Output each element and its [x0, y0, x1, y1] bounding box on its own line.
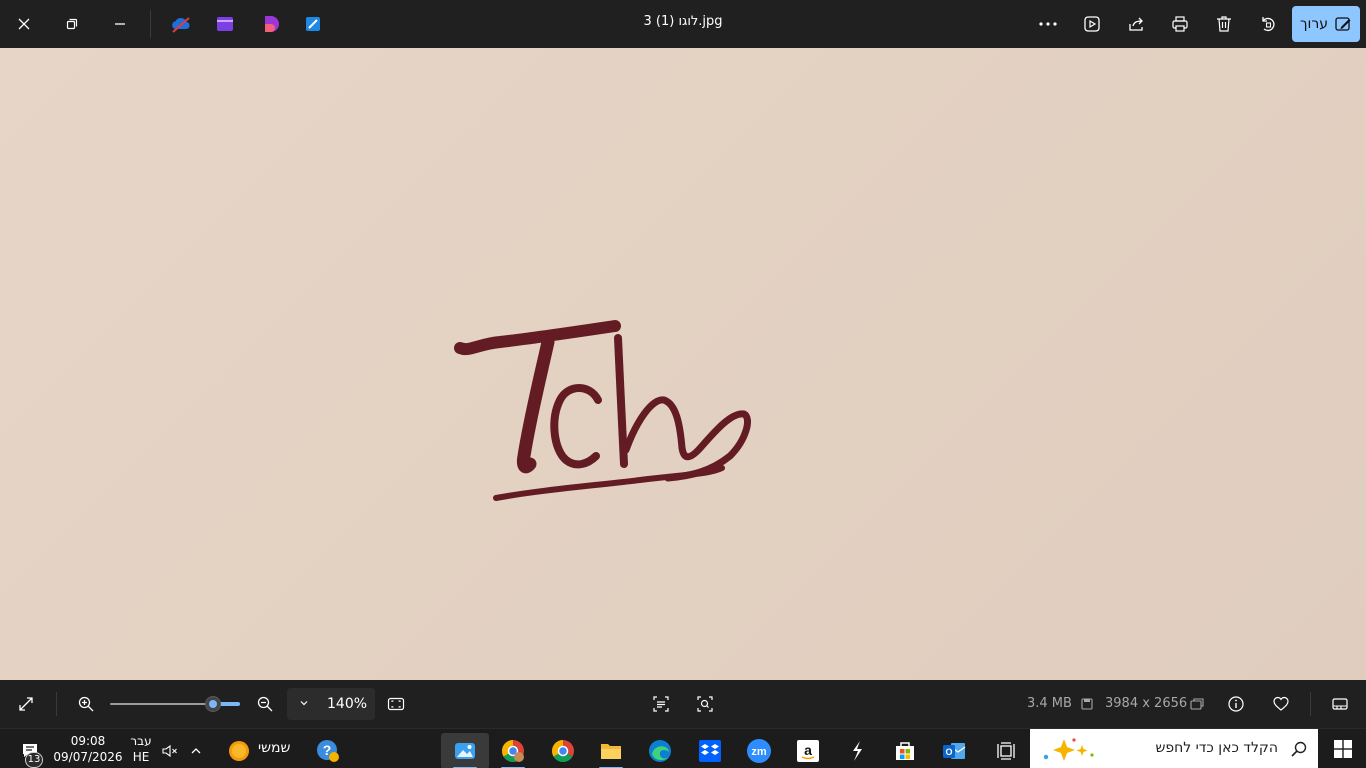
- favorite-heart-icon[interactable]: [1265, 688, 1297, 720]
- svg-text:O: O: [945, 747, 952, 757]
- zoom-in-icon[interactable]: [70, 688, 102, 720]
- window-title: 3 לוגו (1).jpg: [643, 14, 723, 29]
- taskbar-search-box[interactable]: הקלד כאן כדי לחפש: [1030, 729, 1318, 768]
- photo-editor-icon[interactable]: [297, 8, 329, 40]
- language-code: HE: [132, 750, 150, 764]
- get-help-icon[interactable]: ?: [306, 733, 350, 768]
- zoom-level-dropdown[interactable]: 140%: [287, 688, 375, 720]
- windows-logo-icon: [1334, 740, 1352, 758]
- viewer-separator: [56, 692, 57, 716]
- edit-image-icon: [1335, 17, 1351, 31]
- info-icon[interactable]: [1220, 688, 1252, 720]
- volume-muted-icon[interactable]: [158, 733, 182, 768]
- task-view-icon[interactable]: [984, 733, 1028, 768]
- notification-center-icon[interactable]: 13: [8, 733, 52, 768]
- zoom-app-icon[interactable]: zm: [737, 733, 781, 768]
- resolution-icon: [1181, 688, 1213, 720]
- share-icon[interactable]: [1120, 8, 1152, 40]
- viewer-separator: [1310, 692, 1311, 716]
- clock-time: 09:08: [70, 734, 106, 748]
- edge-icon[interactable]: [638, 733, 682, 768]
- outlook-icon[interactable]: O: [932, 733, 976, 768]
- zoom-slider-thumb[interactable]: [205, 696, 221, 712]
- file-size: 3.4 MB: [1027, 696, 1072, 711]
- language-name: עבר: [130, 734, 152, 748]
- text-scan-icon[interactable]: [645, 688, 677, 720]
- search-icon: [1291, 741, 1307, 757]
- clipchamp-icon[interactable]: [209, 8, 241, 40]
- delete-icon[interactable]: [1208, 8, 1240, 40]
- chevron-up-icon[interactable]: [184, 733, 208, 768]
- clock-date: 09/07/2026: [53, 750, 123, 764]
- photos-icon: [455, 743, 475, 759]
- logo-image: [454, 320, 751, 501]
- title-separator: [150, 10, 151, 38]
- more-options-icon[interactable]: [1032, 8, 1064, 40]
- chrome-profile-icon[interactable]: [491, 733, 535, 768]
- fit-to-window-icon[interactable]: [380, 688, 412, 720]
- chevron-down-icon: [300, 701, 308, 706]
- rotate-icon[interactable]: [1252, 8, 1284, 40]
- viewer-toolbar: 140% 3.4 MB 3984 x 2656: [0, 680, 1366, 728]
- close-icon[interactable]: [8, 8, 40, 40]
- edit-button-label: ערוך: [1300, 16, 1328, 32]
- input-language[interactable]: עבר HE: [126, 733, 156, 765]
- save-disk-icon: [1071, 688, 1103, 720]
- weather-label[interactable]: שמשי: [258, 740, 290, 756]
- app-lightning-icon[interactable]: [835, 733, 879, 768]
- zoom-out-icon[interactable]: [249, 688, 281, 720]
- restore-icon[interactable]: [56, 8, 88, 40]
- chrome-icon[interactable]: [541, 733, 585, 768]
- visual-search-icon[interactable]: [689, 688, 721, 720]
- taskbar-photos-app[interactable]: [441, 733, 489, 768]
- edit-button[interactable]: ערוך: [1292, 6, 1360, 42]
- image-dimensions: 3984 x 2656: [1105, 696, 1188, 711]
- microsoft-store-icon[interactable]: [883, 733, 927, 768]
- notification-count-badge: 13: [25, 752, 43, 768]
- designer-icon[interactable]: [254, 8, 286, 40]
- title-bar: 3 לוגו (1).jpg ערוך: [0, 0, 1366, 48]
- onedrive-icon[interactable]: [165, 8, 197, 40]
- system-clock[interactable]: 09:08 09/07/2026: [52, 733, 124, 765]
- slideshow-icon[interactable]: [1076, 8, 1108, 40]
- print-icon[interactable]: [1164, 8, 1196, 40]
- filmstrip-icon[interactable]: [1324, 688, 1356, 720]
- minimize-icon[interactable]: [104, 8, 136, 40]
- windows-start-button[interactable]: [1320, 729, 1366, 768]
- image-canvas[interactable]: [0, 48, 1366, 680]
- fullscreen-icon[interactable]: [10, 688, 42, 720]
- search-placeholder: הקלד כאן כדי לחפש: [1155, 740, 1278, 756]
- taskbar: 13 09:08 09/07/2026 עבר HE שמשי ? zm a O…: [0, 728, 1366, 768]
- file-explorer-icon[interactable]: [589, 733, 633, 768]
- svg-text:a: a: [804, 742, 812, 758]
- dropbox-icon[interactable]: [688, 733, 732, 768]
- sparkle-icon: [1043, 738, 1094, 761]
- zoom-level-value: 140%: [327, 696, 368, 712]
- svg-text:zm: zm: [751, 746, 767, 758]
- weather-sun-icon[interactable]: [222, 733, 256, 768]
- amazon-icon[interactable]: a: [786, 733, 830, 768]
